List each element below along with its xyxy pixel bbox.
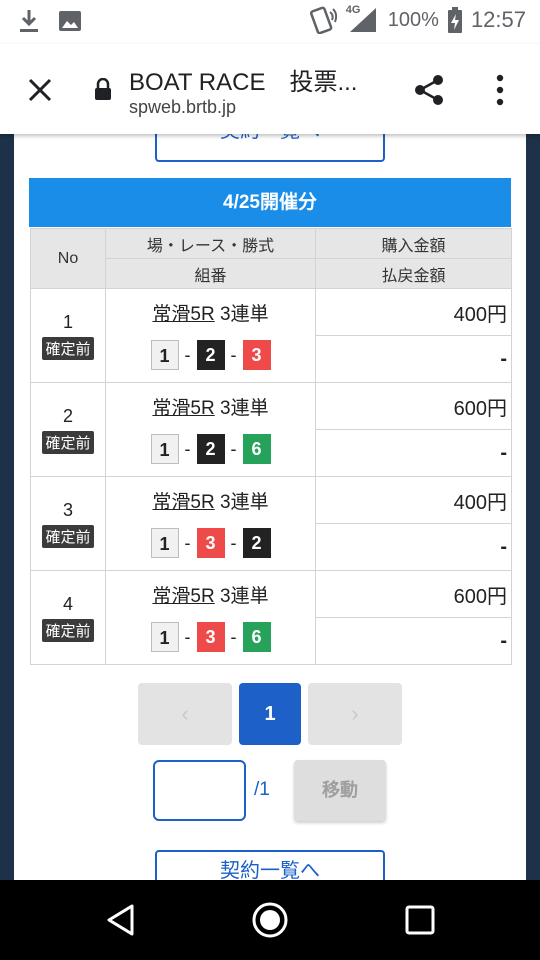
bet-table: No 場・レース・勝式 購入金額 組番 払戻金額 1 確定前 常滑5R 3連単 (30, 228, 512, 665)
bet-type: 3連単 (220, 586, 269, 607)
share-icon[interactable] (411, 72, 447, 108)
home-icon[interactable] (250, 900, 290, 940)
race-cell: 常滑5R 3連単 1 - 2 - 3 (105, 288, 316, 383)
status-bar: 4G 100% 12:57 (0, 0, 540, 44)
boat-number-1: 1 (150, 434, 179, 464)
pager-prev-button[interactable]: ‹ (138, 683, 232, 745)
purchase-amount: 600円 (315, 382, 512, 430)
battery-percent: 100% (387, 8, 439, 31)
purchase-amount: 400円 (315, 288, 512, 336)
combination: 1 - 2 - 3 (106, 340, 315, 370)
row-no-cell: 2 確定前 (30, 382, 106, 477)
custom-tab-toolbar: BOAT RACE 投票... spweb.brtb.jp (0, 44, 540, 134)
header-combination: 組番 (105, 258, 316, 289)
table-row: 3 確定前 常滑5R 3連単 1 - 3 - 2 400円 (30, 476, 512, 571)
network-type-label: 4G (345, 4, 361, 16)
download-icon (20, 10, 38, 32)
boat-number-2: 2 (242, 528, 271, 558)
date-header: 4/25開催分 (29, 178, 511, 227)
purchase-amount: 400円 (315, 476, 512, 524)
page-number-input[interactable] (153, 760, 246, 821)
row-no-cell: 1 確定前 (30, 288, 106, 383)
payout-amount: - (315, 335, 512, 383)
purchase-amount: 600円 (315, 570, 512, 618)
content-card: 契約一覧へ 4/25開催分 No 場・レース・勝式 購入金額 組番 払戻金額 1… (14, 134, 526, 880)
race-link[interactable]: 常滑5R (152, 586, 214, 607)
clock: 12:57 (470, 7, 526, 32)
payout-amount: - (315, 617, 512, 665)
vibrate-icon (309, 6, 337, 34)
page-title: BOAT RACE 投票... (129, 69, 358, 96)
table-row: 4 確定前 常滑5R 3連単 1 - 3 - 6 600円 (30, 570, 512, 665)
row-number: 1 (62, 311, 73, 332)
header-payout-amount: 払戻金額 (315, 258, 512, 289)
signal-icon: 4G (345, 4, 380, 34)
combination: 1 - 3 - 6 (106, 622, 315, 652)
row-no-cell: 4 確定前 (30, 570, 106, 665)
row-number: 4 (62, 593, 73, 614)
boat-number-3: 3 (196, 622, 225, 652)
contract-list-button-top[interactable]: 契約一覧へ (155, 134, 385, 162)
status-badge: 確定前 (42, 618, 94, 642)
boat-number-1: 1 (150, 622, 179, 652)
row-number: 2 (62, 405, 73, 426)
boat-number-3: 3 (196, 528, 225, 558)
race-link[interactable]: 常滑5R (152, 398, 214, 419)
boat-number-1: 1 (150, 340, 179, 370)
race-link[interactable]: 常滑5R (152, 304, 214, 325)
race-link[interactable]: 常滑5R (152, 492, 214, 513)
boat-number-1: 1 (150, 528, 179, 558)
pager-current-page[interactable]: 1 (239, 683, 301, 745)
row-number: 3 (62, 499, 73, 520)
battery-charging-icon (447, 7, 462, 33)
combination: 1 - 2 - 6 (106, 434, 315, 464)
bet-type: 3連単 (220, 304, 269, 325)
image-icon (59, 11, 81, 31)
table-row: 2 確定前 常滑5R 3連単 1 - 2 - 6 600円 (30, 382, 512, 477)
pager-next-button[interactable]: › (308, 683, 402, 745)
boat-number-6: 6 (242, 434, 271, 464)
page-url: spweb.brtb.jp (129, 97, 237, 117)
table-row: 1 確定前 常滑5R 3連単 1 - 2 - 3 400円 (30, 288, 512, 383)
race-cell: 常滑5R 3連単 1 - 3 - 2 (105, 476, 316, 571)
boat-number-2: 2 (196, 340, 225, 370)
page-background: 契約一覧へ 4/25開催分 No 場・レース・勝式 購入金額 組番 払戻金額 1… (0, 134, 540, 880)
payout-amount: - (315, 429, 512, 477)
close-icon[interactable] (22, 72, 58, 108)
lock-icon (95, 78, 111, 100)
race-cell: 常滑5R 3連単 1 - 2 - 6 (105, 382, 316, 477)
page-total: /1 (254, 779, 270, 800)
header-no: No (30, 228, 106, 289)
back-icon[interactable] (104, 902, 138, 938)
header-venue-race-type: 場・レース・勝式 (105, 228, 316, 259)
status-badge: 確定前 (42, 430, 94, 454)
boat-number-3: 3 (242, 340, 271, 370)
race-cell: 常滑5R 3連単 1 - 3 - 6 (105, 570, 316, 665)
status-badge: 確定前 (42, 524, 94, 548)
payout-amount: - (315, 523, 512, 571)
combination: 1 - 3 - 2 (106, 528, 315, 558)
row-no-cell: 3 確定前 (30, 476, 106, 571)
bet-type: 3連単 (220, 398, 269, 419)
more-vert-icon[interactable] (490, 72, 510, 108)
status-badge: 確定前 (42, 336, 94, 360)
boat-number-6: 6 (242, 622, 271, 652)
contract-list-button-bottom[interactable]: 契約一覧へ (155, 850, 385, 880)
recent-apps-icon[interactable] (404, 904, 436, 936)
system-nav-bar (0, 880, 540, 960)
move-button[interactable]: 移動 (294, 760, 386, 821)
boat-number-2: 2 (196, 434, 225, 464)
bet-type: 3連単 (220, 492, 269, 513)
header-purchase-amount: 購入金額 (315, 228, 512, 259)
